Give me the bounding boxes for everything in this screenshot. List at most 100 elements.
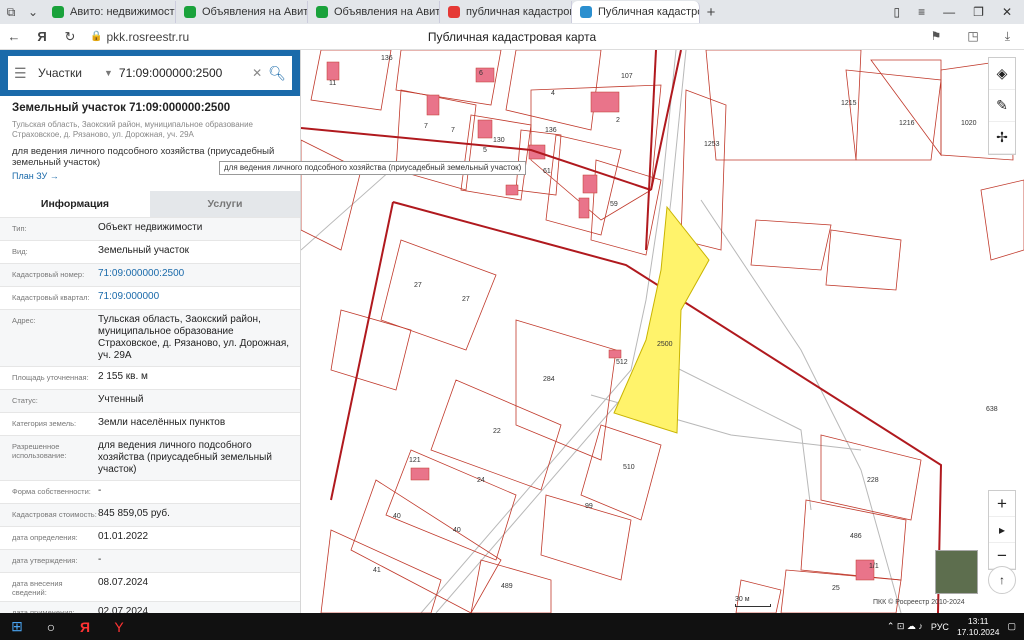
window-controls: ▯ ≡ — ❐ ✕ — [894, 5, 1024, 19]
windows-start-icon[interactable]: ⊞ — [0, 613, 34, 640]
parcel-label: 7 — [424, 123, 428, 130]
yandex-app-icon[interactable]: Я — [68, 613, 102, 640]
chevron-down-icon[interactable]: ▼ — [104, 68, 113, 78]
boundary-lines — [301, 50, 943, 613]
minimap[interactable] — [935, 550, 978, 594]
info-row-value: - — [98, 554, 102, 565]
info-row-value[interactable]: 71:09:000000:2500 — [98, 268, 300, 282]
info-row-label: Кадастровый квартал: — [12, 293, 90, 302]
close-window-icon[interactable]: ✕ — [1002, 5, 1012, 19]
browser-tab[interactable]: Авито: недвижимость, тр — [44, 1, 176, 23]
locate-icon[interactable]: ✢ — [989, 122, 1015, 154]
reload-icon[interactable]: ↻ — [56, 29, 84, 45]
tabs-menu-icon[interactable]: ⧉ — [0, 2, 22, 22]
info-row-label: Вид: — [12, 247, 28, 256]
zoom-reset-button[interactable]: ▸ — [989, 517, 1015, 543]
tab-title: Авито: недвижимость, тр — [70, 6, 176, 18]
extensions-icon[interactable]: ◳ — [967, 29, 978, 44]
info-row: Статус: Учтенный — [0, 389, 300, 412]
favicon-icon — [52, 6, 64, 18]
back-icon[interactable]: ← — [0, 29, 28, 44]
clock[interactable]: 13:11 17.10.2024 — [957, 616, 1000, 638]
browser-tab[interactable]: Объявления на Авито Ре — [308, 1, 440, 23]
info-tabs: Информация Услуги — [0, 191, 300, 217]
search-input[interactable]: 71:09:000000:2500 — [119, 66, 246, 80]
parcel-label: 4 — [551, 90, 555, 97]
hamburger-icon[interactable]: ☰ — [14, 65, 32, 82]
info-row-value[interactable]: 71:09:000000 — [98, 291, 300, 305]
input-language[interactable]: РУС — [931, 622, 949, 632]
buildings — [326, 61, 875, 581]
parcel-label: 2500 — [657, 341, 673, 348]
parcel-label: 25 — [832, 585, 840, 592]
info-row: Адрес: Тульская область, Заокский район, … — [0, 309, 300, 366]
parcel-label: 40 — [453, 527, 461, 534]
menu-icon[interactable]: ≡ — [918, 5, 925, 19]
info-row-value: Учтенный — [98, 394, 144, 405]
selected-parcel[interactable] — [613, 205, 710, 434]
info-row: Тип: Объект недвижимости — [0, 217, 300, 240]
info-row: Разрешенное использование: для ведения ли… — [0, 435, 300, 480]
parcel-label: 27 — [414, 282, 422, 289]
minimize-icon[interactable]: — — [943, 5, 955, 19]
parcel-label: 6 — [479, 70, 483, 77]
parcel-label: 512 — [616, 359, 628, 366]
clock-date: 17.10.2024 — [956, 626, 1000, 637]
new-tab-button[interactable]: + — [700, 2, 722, 22]
search-bar: ☰ Участки ▼ 71:09:000000:2500 ✕ 🔍︎ — [0, 50, 300, 96]
parcel-label: 121 — [409, 457, 421, 464]
search-icon[interactable]: 🔍︎ — [268, 65, 286, 82]
parcel-label: 228 — [867, 477, 879, 484]
parcel-label: 1253 — [704, 141, 720, 148]
system-tray: ⌃ ⊡ ☁ ♪ РУС 13:11 17.10.2024 ▢ — [887, 616, 1024, 638]
object-type-select[interactable]: Участки — [38, 66, 98, 80]
info-row: Кадастровый номер: 71:09:000000:2500 — [0, 263, 300, 286]
favicon-icon — [448, 6, 460, 18]
parcel-label: 40 — [393, 513, 401, 520]
zoom-in-button[interactable]: + — [989, 491, 1015, 517]
yandex-browser-icon[interactable]: Y — [102, 613, 136, 640]
tab-services[interactable]: Услуги — [150, 191, 300, 217]
downloads-icon[interactable]: ⤓ — [1005, 29, 1010, 44]
parcel-label: 24 — [477, 477, 485, 484]
compass-icon[interactable]: ↑ — [988, 566, 1016, 594]
tabs-dropdown-icon[interactable]: ⌄ — [22, 2, 44, 22]
info-row-label: Статус: — [12, 396, 38, 405]
info-row-label: Кадастровая стоимость: — [12, 510, 97, 519]
parcel-label: 22 — [493, 428, 501, 435]
zoom-controls: + ▸ − — [988, 490, 1016, 570]
parcel-label: 638 — [986, 406, 998, 413]
info-row-label: дата применения: — [12, 608, 75, 613]
parcel-label: 59 — [610, 201, 618, 208]
browser-tab[interactable]: Публичная кадастровая✕ — [572, 1, 700, 23]
bookmarks-icon[interactable]: ▯ — [894, 5, 901, 19]
info-row: дата определения: 01.01.2022 — [0, 526, 300, 549]
map-canvas[interactable]: 136 11 6 107 4 2 1215 1216 1020 7 7 5 136 61 1253 59 27 2… — [301, 50, 1024, 613]
roads — [301, 50, 902, 613]
parcel-label: 1020 — [961, 120, 977, 127]
tab-title: Объявления на Авито Ре — [202, 6, 308, 18]
notifications-icon[interactable]: ▢ — [1007, 621, 1016, 632]
address-bar: ← Я ↻ 🔒 pkk.rosreestr.ru Публичная кадас… — [0, 24, 1024, 50]
info-row-value: Тульская область, Заокский район, муници… — [98, 314, 290, 361]
url-field[interactable]: 🔒 pkk.rosreestr.ru — [90, 30, 189, 44]
tray-icons[interactable]: ⌃ ⊡ ☁ ♪ — [887, 621, 923, 632]
layers-icon[interactable]: ◈ — [989, 58, 1015, 90]
parcel-label: 486 — [850, 533, 862, 540]
tab-information[interactable]: Информация — [0, 191, 150, 217]
yandex-icon[interactable]: Я — [28, 29, 56, 44]
browser-tab[interactable]: публичная кадастровая — [440, 1, 572, 23]
parcel-label: 11 — [329, 80, 336, 87]
parcel-label: 27 — [462, 296, 470, 303]
ruler-icon[interactable]: ✎ — [989, 90, 1015, 122]
search-taskbar-icon[interactable]: ○ — [34, 613, 68, 640]
taskbar: ⊞ ○ Я Y ⌃ ⊡ ☁ ♪ РУС 13:11 17.10.2024 ▢ — [0, 613, 1024, 640]
parcel-label: 7 — [451, 127, 455, 134]
clear-icon[interactable]: ✕ — [252, 66, 262, 80]
bookmark-icon[interactable]: ⚑ — [931, 29, 942, 44]
info-row-label: Кадастровый номер: — [12, 270, 85, 279]
browser-tab[interactable]: Объявления на Авито Ре — [176, 1, 308, 23]
maximize-icon[interactable]: ❐ — [973, 5, 984, 19]
favicon-icon — [184, 6, 196, 18]
info-row: Категория земель: Земли населённых пункто… — [0, 412, 300, 435]
